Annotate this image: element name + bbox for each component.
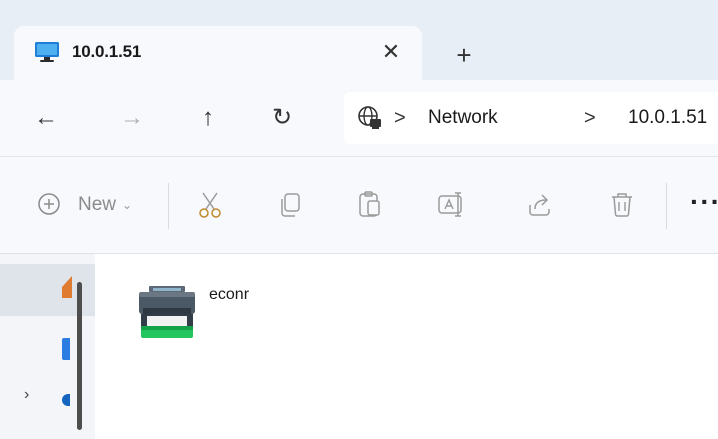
chevron-down-icon: ⌄ (122, 198, 133, 212)
new-button-label: New (78, 194, 117, 215)
printer-icon (139, 286, 195, 338)
tab-active[interactable]: 10.0.1.51 ✕ (14, 26, 422, 80)
breadcrumb-separator: > (394, 107, 406, 129)
chevron-right-icon[interactable]: › (24, 386, 29, 404)
add-circle-icon (38, 193, 60, 215)
breadcrumb-network[interactable]: Network (428, 106, 498, 130)
tab-close-button[interactable]: ✕ (374, 35, 408, 69)
tab-strip: 10.0.1.51 ✕ + (0, 0, 718, 80)
toolbar-divider (168, 183, 169, 229)
onedrive-icon[interactable] (62, 394, 70, 406)
share-button[interactable] (522, 187, 558, 223)
navigation-pane: › (0, 254, 95, 439)
monitor-icon (35, 42, 59, 62)
content-area: econr (95, 254, 718, 439)
up-button[interactable]: ↑ (190, 100, 226, 136)
address-bar[interactable]: > Network > 10.0.1.51 (344, 92, 718, 144)
delete-icon (612, 193, 632, 217)
cut-icon (199, 192, 221, 218)
toolbar-divider (666, 183, 667, 229)
nav-pane-scrollbar[interactable] (77, 282, 82, 430)
share-icon (529, 194, 550, 216)
back-button[interactable]: ← (28, 100, 64, 136)
tab-title: 10.0.1.51 (72, 42, 142, 61)
refresh-button[interactable]: ↻ (264, 100, 300, 136)
network-globe-icon (358, 106, 381, 129)
new-tab-button[interactable]: + (446, 37, 482, 73)
cut-button[interactable] (192, 187, 228, 223)
item-label: econr (209, 286, 250, 303)
paste-button[interactable] (352, 187, 388, 223)
delete-button[interactable] (604, 187, 640, 223)
copy-button[interactable] (272, 187, 308, 223)
gallery-icon[interactable] (62, 338, 70, 360)
more-options-button[interactable]: ··· (690, 187, 718, 217)
rename-icon (438, 192, 462, 217)
breadcrumb-separator: > (584, 107, 596, 129)
navigation-bar: ← → ↑ ↻ > Network > 10.0.1.51 (0, 80, 718, 157)
breadcrumb-host[interactable]: 10.0.1.51 (628, 106, 707, 130)
command-bar: New ⌄ ··· (0, 157, 718, 254)
forward-button[interactable]: → (114, 100, 150, 136)
list-item[interactable]: econr (135, 282, 305, 352)
rename-button[interactable] (434, 187, 470, 223)
copy-icon (281, 193, 300, 217)
paste-icon (359, 191, 380, 217)
